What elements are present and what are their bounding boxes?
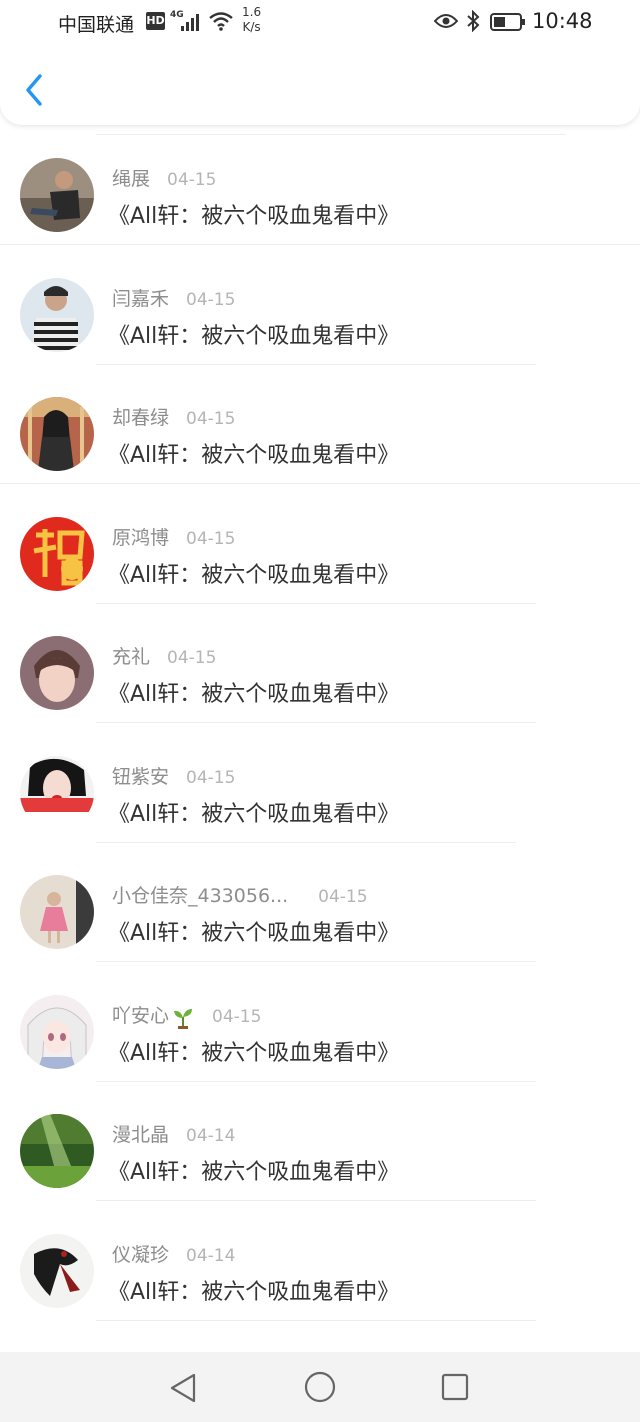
speed-value: 1.6 bbox=[242, 5, 262, 19]
comment-date: 04-15 bbox=[186, 768, 236, 788]
header: 中国联通 HD 4G 1.6 K/s 10:48 bbox=[0, 0, 640, 125]
comment-meta: 钮紫安 04-15 bbox=[112, 762, 235, 788]
username[interactable]: 钮紫安 bbox=[112, 762, 169, 789]
comment-text[interactable]: 《All轩：被六个吸血鬼看中》 bbox=[108, 318, 399, 350]
divider bbox=[96, 1320, 536, 1321]
divider bbox=[96, 961, 536, 962]
eye-icon bbox=[434, 14, 458, 28]
list-item[interactable]: 吖安心 04-15 《All轩：被六个吸血鬼看中》 bbox=[0, 963, 640, 1082]
hd-badge: HD bbox=[146, 12, 165, 30]
comment-meta: 小仓佳奈_433056... 04-15 bbox=[112, 881, 368, 907]
divider bbox=[96, 1200, 536, 1201]
system-nav-bar bbox=[0, 1352, 640, 1422]
nav-back-icon[interactable] bbox=[168, 1372, 198, 1404]
list-item[interactable]: 却春绿 04-15 《All轩：被六个吸血鬼看中》 bbox=[0, 365, 640, 484]
battery-icon bbox=[490, 13, 525, 31]
comment-text[interactable]: 《All轩：被六个吸血鬼看中》 bbox=[108, 198, 399, 230]
list-item[interactable]: 漫北晶 04-14 《All轩：被六个吸血鬼看中》 bbox=[0, 1082, 640, 1201]
comment-meta: 原鸿博 04-15 bbox=[112, 523, 235, 549]
avatar[interactable] bbox=[20, 875, 94, 949]
list-item[interactable]: 钮紫安 04-15 《All轩：被六个吸血鬼看中》 bbox=[0, 724, 640, 843]
divider bbox=[96, 722, 536, 723]
avatar[interactable] bbox=[20, 397, 94, 471]
comment-meta: 吖安心 04-15 bbox=[112, 1001, 262, 1029]
comment-date: 04-15 bbox=[186, 529, 236, 549]
clock: 10:48 bbox=[532, 9, 593, 33]
divider bbox=[0, 244, 640, 245]
wifi-icon bbox=[209, 12, 233, 31]
username[interactable]: 吖安心 bbox=[112, 1001, 169, 1028]
username[interactable]: 仪凝珍 bbox=[112, 1240, 169, 1267]
comment-text[interactable]: 《All轩：被六个吸血鬼看中》 bbox=[108, 437, 399, 469]
comment-date: 04-15 bbox=[186, 290, 236, 310]
comment-date: 04-15 bbox=[186, 409, 236, 429]
list-item[interactable]: 仪凝珍 04-14 《All轩：被六个吸血鬼看中》 bbox=[0, 1202, 640, 1321]
avatar[interactable] bbox=[20, 636, 94, 710]
comment-text[interactable]: 《All轩：被六个吸血鬼看中》 bbox=[108, 676, 399, 708]
sprout-icon bbox=[174, 1008, 193, 1029]
avatar[interactable] bbox=[20, 995, 94, 1069]
divider bbox=[0, 483, 640, 484]
comment-date: 04-15 bbox=[167, 170, 217, 190]
comment-text[interactable]: 《All轩：被六个吸血鬼看中》 bbox=[108, 915, 399, 947]
comment-date: 04-14 bbox=[186, 1246, 236, 1266]
list-item[interactable]: 原鸿博 04-15 《All轩：被六个吸血鬼看中》 bbox=[0, 485, 640, 604]
nav-recent-apps-icon[interactable] bbox=[441, 1373, 469, 1401]
username[interactable]: 闫嘉禾 bbox=[112, 284, 169, 311]
nav-home-icon[interactable] bbox=[303, 1370, 337, 1404]
network-speed: 1.6 K/s bbox=[242, 5, 261, 35]
avatar[interactable] bbox=[20, 1234, 94, 1308]
avatar[interactable] bbox=[20, 1114, 94, 1188]
comment-text[interactable]: 《All轩：被六个吸血鬼看中》 bbox=[108, 557, 399, 589]
back-button[interactable] bbox=[20, 70, 50, 110]
list-item[interactable]: 绳展 04-15 《All轩：被六个吸血鬼看中》 bbox=[0, 126, 640, 245]
avatar[interactable] bbox=[20, 278, 94, 352]
username[interactable]: 充礼 bbox=[112, 642, 150, 669]
bluetooth-icon bbox=[467, 10, 480, 32]
comment-text[interactable]: 《All轩：被六个吸血鬼看中》 bbox=[108, 1154, 399, 1186]
username[interactable]: 却春绿 bbox=[112, 403, 169, 430]
comment-meta: 仪凝珍 04-14 bbox=[112, 1240, 235, 1266]
avatar[interactable] bbox=[20, 756, 94, 830]
avatar[interactable] bbox=[20, 158, 94, 232]
carrier-name: 中国联通 bbox=[58, 14, 135, 36]
comment-date: 04-15 bbox=[318, 887, 368, 907]
avatar[interactable] bbox=[20, 517, 94, 591]
username[interactable]: 漫北晶 bbox=[112, 1120, 169, 1147]
comment-text[interactable]: 《All轩：被六个吸血鬼看中》 bbox=[108, 1035, 399, 1067]
list-item[interactable]: 闫嘉禾 04-15 《All轩：被六个吸血鬼看中》 bbox=[0, 246, 640, 365]
username[interactable]: 原鸿博 bbox=[112, 523, 169, 550]
comment-meta: 充礼 04-15 bbox=[112, 642, 216, 668]
comment-text[interactable]: 《All轩：被六个吸血鬼看中》 bbox=[108, 1274, 399, 1306]
comment-meta: 绳展 04-15 bbox=[112, 164, 216, 190]
speed-unit: K/s bbox=[242, 20, 261, 34]
comment-meta: 漫北晶 04-14 bbox=[112, 1120, 235, 1146]
status-bar: 中国联通 HD 4G 1.6 K/s 10:48 bbox=[0, 0, 640, 44]
username[interactable]: 小仓佳奈_433056... bbox=[112, 881, 288, 908]
list-item[interactable]: 充礼 04-15 《All轩：被六个吸血鬼看中》 bbox=[0, 604, 640, 723]
comment-date: 04-15 bbox=[212, 1007, 262, 1027]
comment-meta: 却春绿 04-15 bbox=[112, 403, 235, 429]
comment-date: 04-15 bbox=[167, 648, 217, 668]
comment-text[interactable]: 《All轩：被六个吸血鬼看中》 bbox=[108, 796, 399, 828]
comment-meta: 闫嘉禾 04-15 bbox=[112, 284, 235, 310]
username[interactable]: 绳展 bbox=[112, 164, 150, 191]
list-item[interactable]: 小仓佳奈_433056... 04-15 《All轩：被六个吸血鬼看中》 bbox=[0, 843, 640, 962]
signal-icon bbox=[181, 14, 199, 31]
comment-date: 04-14 bbox=[186, 1126, 236, 1146]
